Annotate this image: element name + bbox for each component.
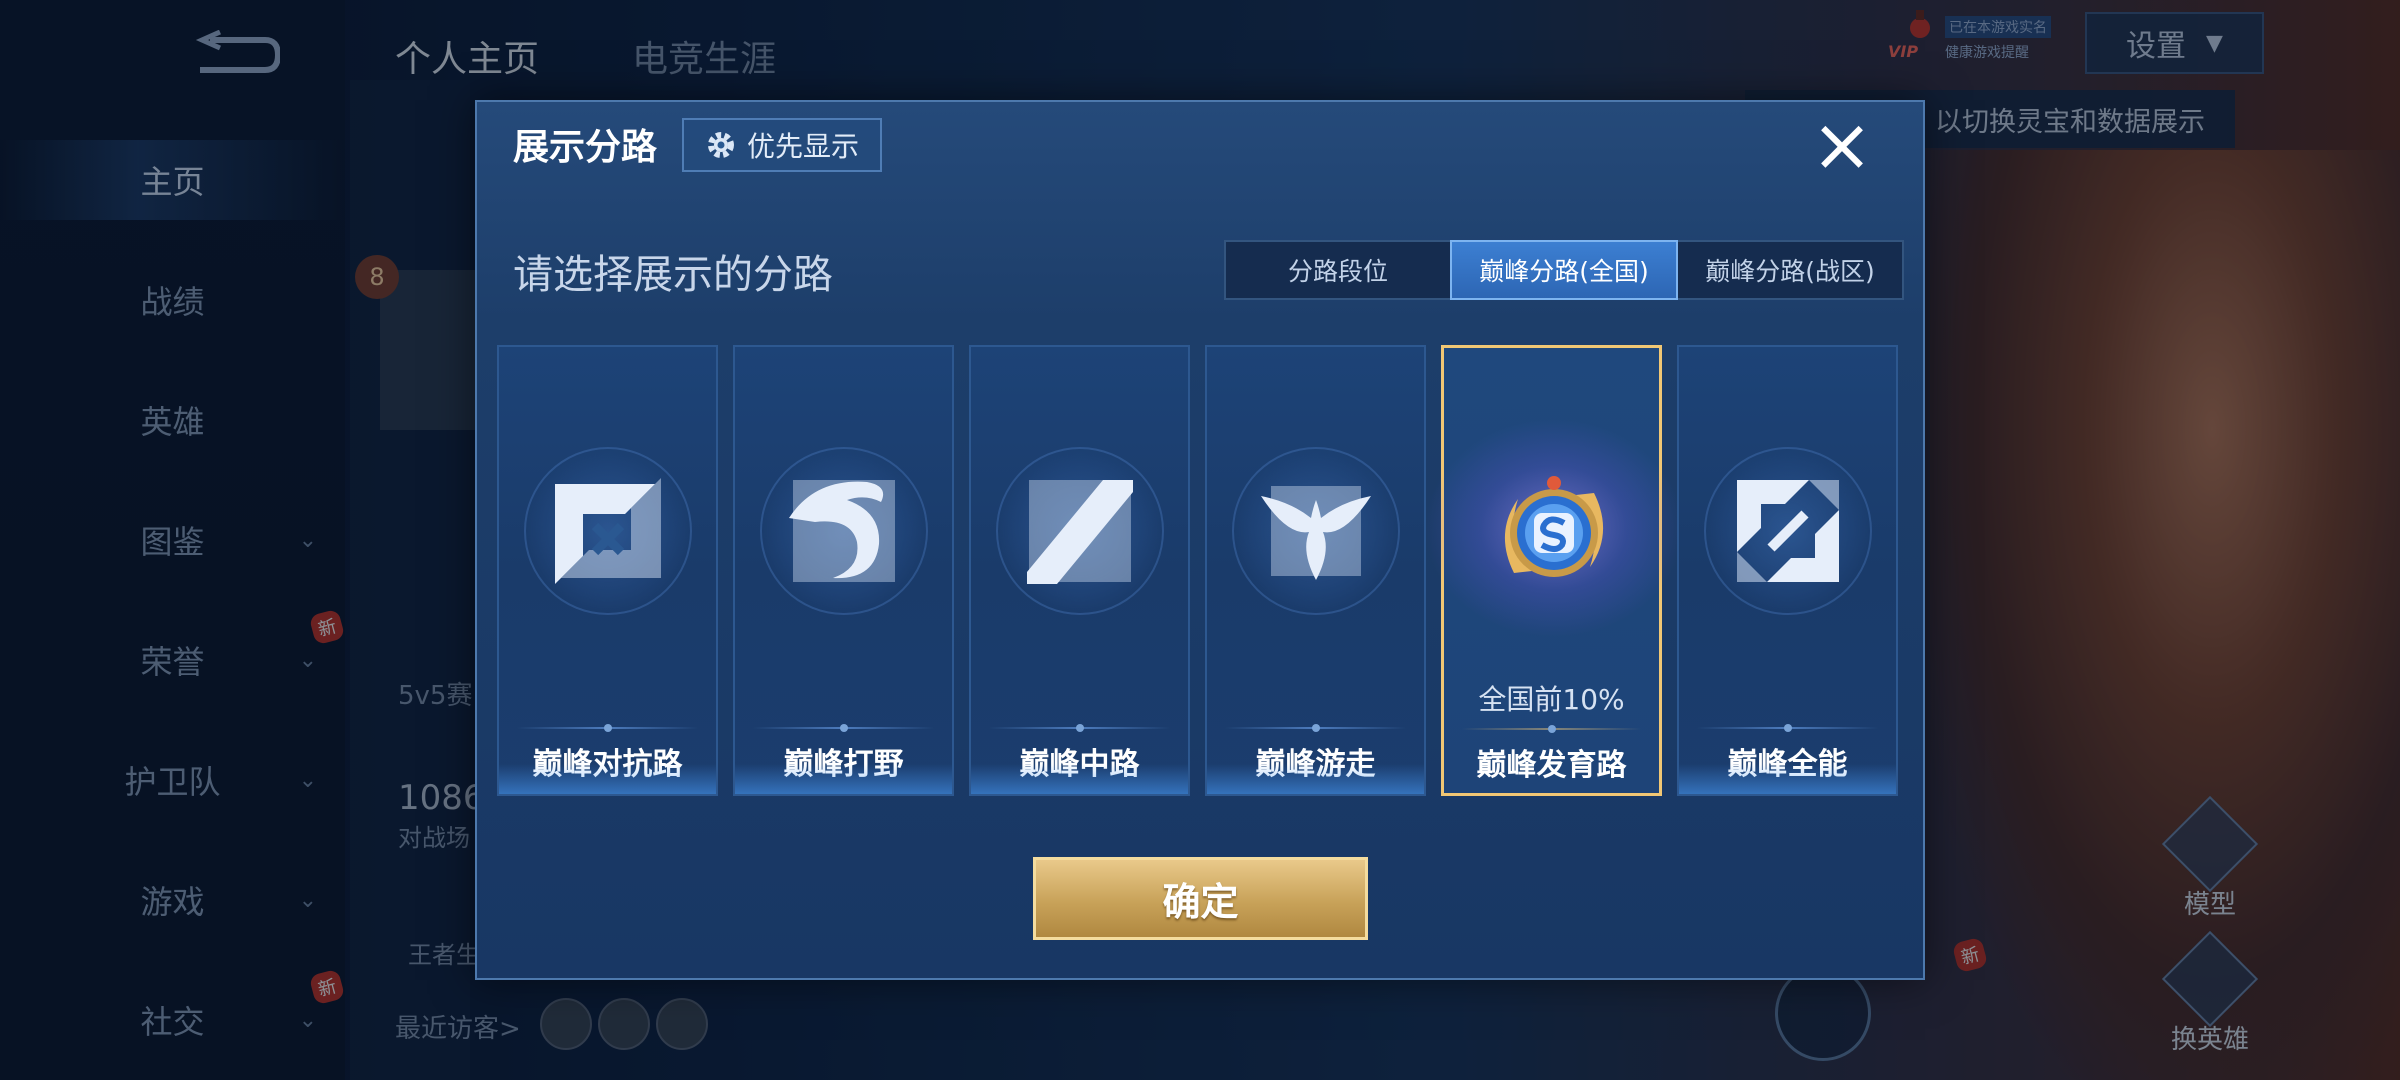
lane-label: 巅峰发育路	[1476, 748, 1627, 783]
farm-lane-badge-icon	[1484, 463, 1624, 603]
jungle-dragon-icon	[785, 472, 903, 590]
tab-peak-lane-national[interactable]: 巅峰分路(全国)	[1450, 240, 1678, 300]
priority-display-label: 优先显示	[746, 130, 859, 163]
gear-icon	[707, 132, 734, 158]
tab-lane-rank[interactable]: 分路段位	[1226, 242, 1450, 298]
selection-prompt: 请选择展示的分路	[513, 252, 833, 298]
confirm-button[interactable]: 确定	[1033, 857, 1368, 940]
lane-card-farm[interactable]: 全国前10% 巅峰发育路	[1424, 345, 1684, 796]
priority-display-button[interactable]: 优先显示	[682, 118, 882, 172]
card-divider	[989, 727, 1170, 729]
close-icon[interactable]: ×	[1807, 108, 1877, 182]
tab-peak-lane-region[interactable]: 巅峰分路(战区)	[1678, 242, 1902, 298]
card-divider	[517, 727, 698, 729]
clash-lane-icon	[549, 472, 667, 590]
mid-lane-icon	[1021, 472, 1139, 590]
card-divider	[1462, 728, 1641, 730]
lane-card-jungle[interactable]: 巅峰打野	[733, 345, 954, 796]
lane-display-dialog: 展示分路 优先显示 × 请选择展示的分路 分路段位 巅峰分路(全国) 巅峰分路(…	[475, 100, 1925, 980]
lane-card-mid[interactable]: 巅峰中路	[969, 345, 1190, 796]
card-divider	[753, 727, 934, 729]
ranking-scope-tabs: 分路段位 巅峰分路(全国) 巅峰分路(战区)	[1224, 240, 1904, 300]
rank-percentile: 全国前10%	[1478, 683, 1625, 716]
roam-wings-icon	[1257, 472, 1375, 590]
card-divider	[1225, 727, 1406, 729]
card-divider	[1697, 727, 1878, 729]
lane-card-allround[interactable]: 巅峰全能	[1677, 345, 1898, 796]
lane-card-roam[interactable]: 巅峰游走	[1205, 345, 1426, 796]
all-round-icon	[1729, 472, 1847, 590]
dialog-title: 展示分路	[513, 127, 658, 168]
lane-card-clash[interactable]: 巅峰对抗路	[497, 345, 718, 796]
